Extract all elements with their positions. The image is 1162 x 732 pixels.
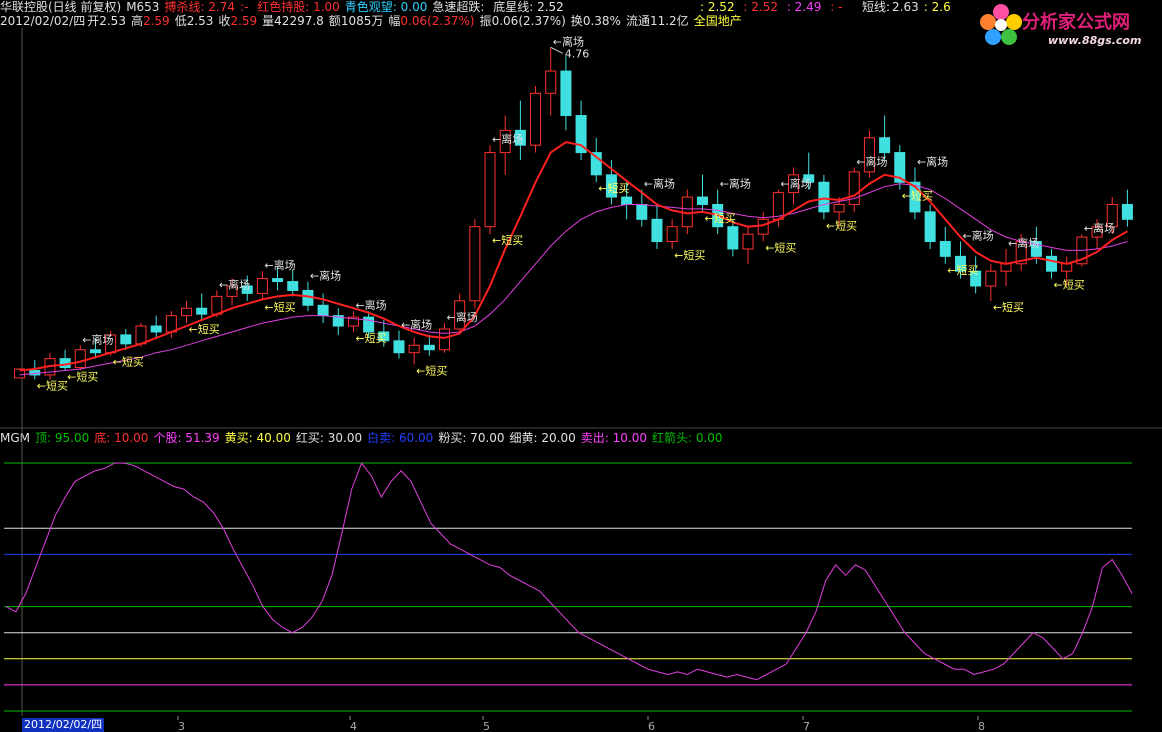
x-tick-label: 6 [648,720,655,732]
mgm-indicator [4,462,1133,712]
short-buy-signal-label: ←短买 [674,248,705,262]
exit-signal-label: ←离场 [310,269,341,283]
short-buy-signal-label: ←短买 [598,181,629,195]
candle-body [272,278,284,283]
x-tick-label: 5 [483,720,490,732]
candle-body [696,196,709,205]
mgm-stock-line [5,462,1133,681]
candle-body [621,196,633,205]
short-buy-signal-label: ←短买 [113,355,144,369]
exit-signal-label: ←离场 [82,332,113,346]
short-buy-signal-label: ←短买 [492,233,523,247]
candle-body [423,344,435,351]
exit-signal-label: ←离场 [720,177,751,191]
short-buy-signal-label: ←短买 [826,218,857,232]
candle-body [939,241,951,257]
x-tick-label: 4 [350,720,357,732]
x-axis-ticks: 3 4 5 6 7 8 [177,716,985,732]
candle-body [924,211,936,243]
short-buy-signal-label: ←短买 [1054,278,1085,292]
candle-body [879,137,891,154]
candle-body [742,233,754,250]
candle-body [727,226,739,250]
candlestick-series [14,47,1133,380]
candle-body [818,181,830,213]
candle-body [651,218,663,243]
exit-signal-label: ←离场 [780,177,811,191]
short-buy-signal-label: ←短买 [37,378,68,392]
short-buy-signal-label: ←短买 [704,211,735,225]
exit-signal-label: ←离场 [917,154,948,168]
candle-body [484,152,496,228]
x-tick-label: 3 [178,720,185,732]
candle-body [74,349,86,369]
exit-signal-label: ←离场 [264,258,295,272]
candle-body [135,325,147,345]
x-tick-label: 8 [978,720,985,732]
short-buy-signal-label: ←短买 [902,189,933,203]
short-buy-signal-label: ←短买 [947,263,978,277]
exit-signal-label: ←离场 [447,310,478,324]
candle-body [196,307,208,315]
exit-signal-label: ←离场 [644,177,675,191]
short-buy-signal-label: ←短买 [355,331,386,345]
candle-body [757,218,769,235]
exit-signal-label: ←离场 [962,229,993,243]
candle-body [545,70,557,94]
candle-body [636,203,648,220]
exit-signal-label: ←离场 [553,34,584,48]
candle-body [1121,203,1133,220]
short-buy-signal-label: ←短买 [416,364,447,378]
candle-body [256,278,268,294]
candle-body [181,307,193,317]
candle-body [438,328,451,351]
candle-body [833,203,845,213]
candle-body [666,226,678,243]
candle-body [408,344,420,354]
chart-canvas: 4.76 ←离场 ←离场 ←离场 ←离场 ←离场 ←离场 ←离场 ←离场 ←离场 ←离场 ←离场 ←离… [0,28,1162,732]
candle-body [165,315,177,333]
candle-body [560,70,572,117]
candle-body [469,226,481,302]
exit-signal-label: ←离场 [1084,221,1115,235]
high-price-label: 4.76 [565,47,590,60]
exit-signal-label: ←离场 [401,317,432,331]
short-buy-signal-label: ←短买 [189,322,220,336]
exit-signal-label: ←离场 [219,277,250,291]
signal-annotations: ←离场←离场←离场←离场←离场←离场←离场←离场←离场←离场 ←离场 ←离场←离场 ←… [37,34,1115,392]
candle-body [393,340,405,354]
short-buy-signal-label: ←短买 [993,300,1024,314]
candle-body [89,349,101,354]
exit-signal-label: ←离场 [355,298,386,312]
exit-signal-label: ←离场 [856,154,887,168]
x-tick-label: 7 [803,720,810,732]
candle-body [150,325,162,333]
ma-slow-line [19,183,1128,376]
candle-body [1061,263,1073,272]
x-tick-date-highlight: 2012/02/02/四 [22,718,105,732]
candle-body [287,281,299,291]
short-buy-signal-label: ←短买 [264,300,295,314]
candle-body [1046,255,1058,272]
candle-body [985,270,997,287]
exit-signal-label: ←离场 [1008,236,1039,250]
exit-signal-label: ←离场 [492,132,523,146]
candle-body [1000,263,1012,272]
moving-averages: 4.76 [19,46,1128,376]
candle-body [211,295,223,315]
candle-body [317,304,329,317]
short-buy-signal-label: ←短买 [67,369,98,383]
short-buy-signal-label: ←短买 [765,241,796,255]
candle-body [530,92,542,146]
candle-body [120,334,132,345]
